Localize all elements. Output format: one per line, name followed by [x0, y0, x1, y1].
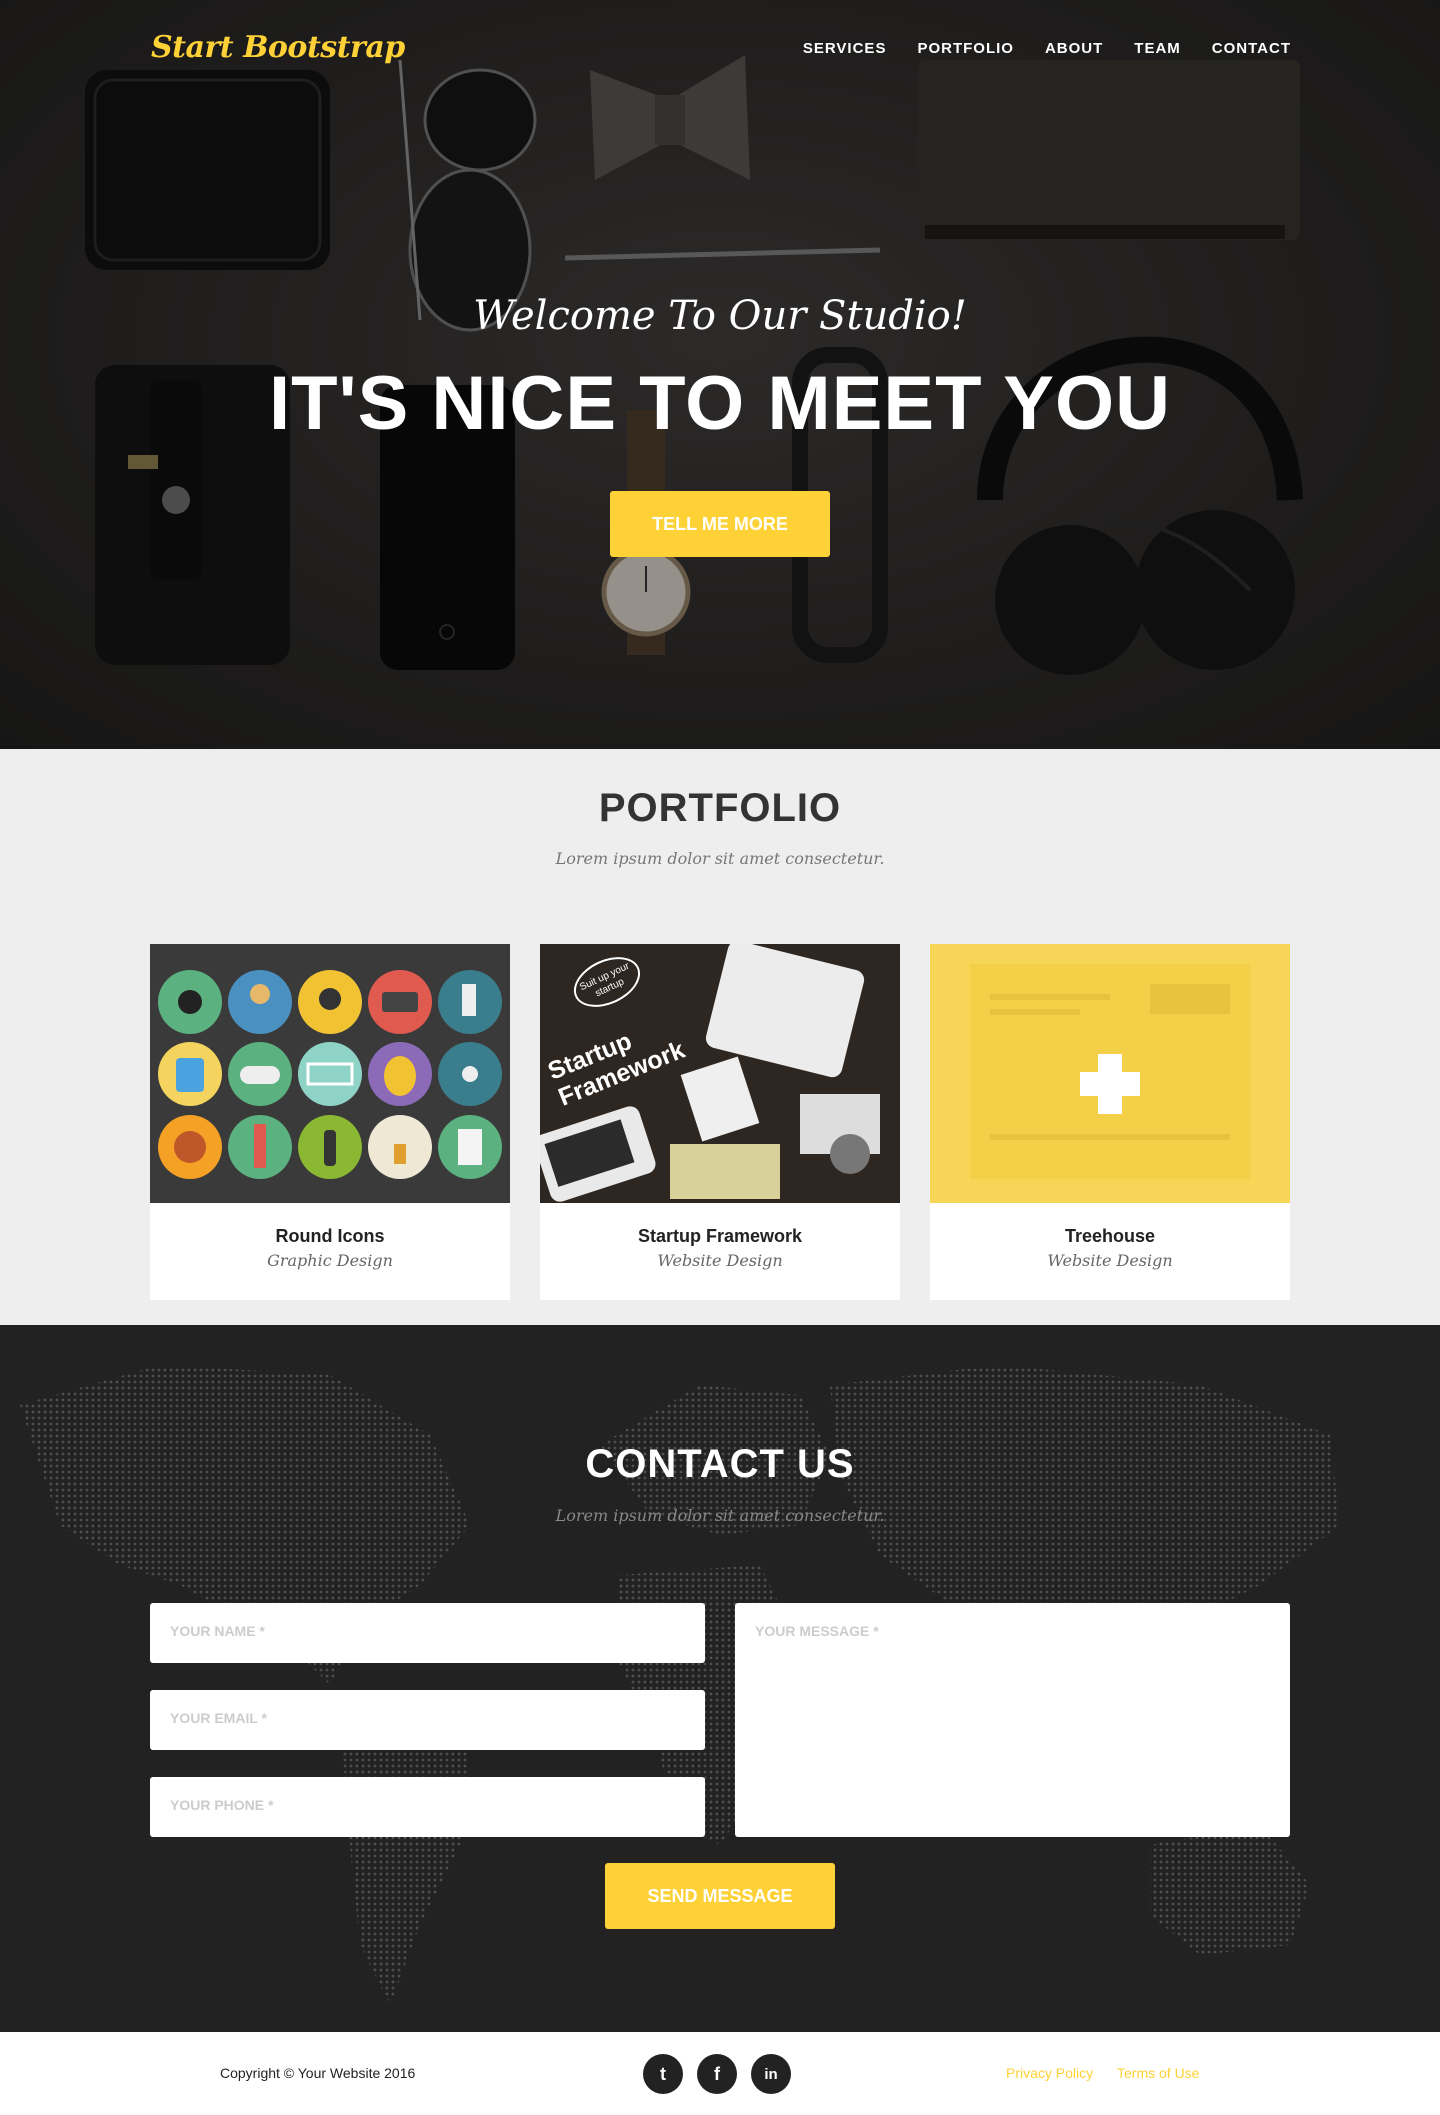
contact-subtitle: Lorem ipsum dolor sit amet consectetur.	[555, 1506, 885, 1525]
portfolio-caption: Startup Framework Website Design	[540, 1203, 900, 1300]
portfolio-item-startup-framework[interactable]: Suit up your startup Startup Framework S…	[540, 944, 900, 1300]
portfolio-thumb-treehouse[interactable]	[930, 944, 1290, 1203]
round-icons-image	[150, 944, 510, 1203]
twitter-icon[interactable]: t	[643, 2054, 683, 2094]
phone-field[interactable]: YOUR PHONE *	[150, 1777, 705, 1837]
nav-item-about[interactable]: ABOUT	[1045, 40, 1103, 57]
portfolio-item-title: Startup Framework	[637, 1226, 803, 1246]
linkedin-icon[interactable]: in	[751, 2054, 791, 2094]
page: Start Bootstrap SERVICES PORTFOLIO ABOUT…	[0, 0, 1440, 2115]
hero-heading: IT'S NICE TO MEET YOU	[269, 361, 1171, 446]
treehouse-image	[930, 944, 1290, 1203]
name-field[interactable]: YOUR NAME *	[150, 1603, 705, 1663]
portfolio-item-category: Graphic Design	[267, 1251, 393, 1270]
portfolio-caption: Round Icons Graphic Design	[150, 1203, 510, 1300]
nav-item-services[interactable]: SERVICES	[803, 40, 887, 57]
tell-me-more-button[interactable]: TELL ME MORE	[610, 491, 830, 557]
message-field[interactable]: YOUR MESSAGE *	[735, 1603, 1290, 1837]
portfolio-item-title: Treehouse	[1064, 1226, 1156, 1246]
portfolio-title: PORTFOLIO	[598, 786, 842, 830]
portfolio-item-category: Website Design	[657, 1251, 783, 1270]
nav-item-portfolio[interactable]: PORTFOLIO	[917, 40, 1014, 57]
portfolio-section: PORTFOLIO Lorem ipsum dolor sit amet con…	[0, 749, 1440, 1325]
copyright-text: Copyright © Your Website 2016	[220, 2065, 416, 2081]
contact-section: CONTACT US Lorem ipsum dolor sit amet co…	[0, 1325, 1440, 2032]
hero-section: Start Bootstrap SERVICES PORTFOLIO ABOUT…	[0, 0, 1440, 749]
portfolio-caption: Treehouse Website Design	[930, 1203, 1290, 1300]
portfolio-item-round-icons[interactable]: Round Icons Graphic Design	[150, 944, 510, 1300]
facebook-icon[interactable]: f	[697, 2054, 737, 2094]
portfolio-thumb-startup-framework[interactable]: Suit up your startup Startup Framework	[540, 944, 900, 1203]
terms-of-use-link[interactable]: Terms of Use	[1117, 2065, 1199, 2081]
email-field[interactable]: YOUR EMAIL *	[150, 1690, 705, 1750]
contact-title: CONTACT US	[585, 1442, 855, 1486]
portfolio-item-title: Round Icons	[275, 1226, 385, 1246]
portfolio-subtitle: Lorem ipsum dolor sit amet consectetur.	[555, 849, 885, 868]
nav-item-contact[interactable]: CONTACT	[1212, 40, 1291, 57]
footer: Copyright © Your Website 2016 t f in Pri…	[0, 2032, 1440, 2115]
nav-item-team[interactable]: TEAM	[1134, 40, 1181, 57]
portfolio-item-category: Website Design	[1047, 1251, 1173, 1270]
main-nav: SERVICES PORTFOLIO ABOUT TEAM CONTACT	[772, 40, 1291, 57]
brand-logo[interactable]: Start Bootstrap	[151, 30, 405, 65]
hero-lead-text: Welcome To Our Studio!	[473, 293, 967, 339]
privacy-policy-link[interactable]: Privacy Policy	[1006, 2065, 1093, 2081]
send-message-button[interactable]: SEND MESSAGE	[605, 1863, 835, 1929]
portfolio-thumb-round-icons[interactable]	[150, 944, 510, 1203]
portfolio-item-treehouse[interactable]: Treehouse Website Design	[930, 944, 1290, 1300]
